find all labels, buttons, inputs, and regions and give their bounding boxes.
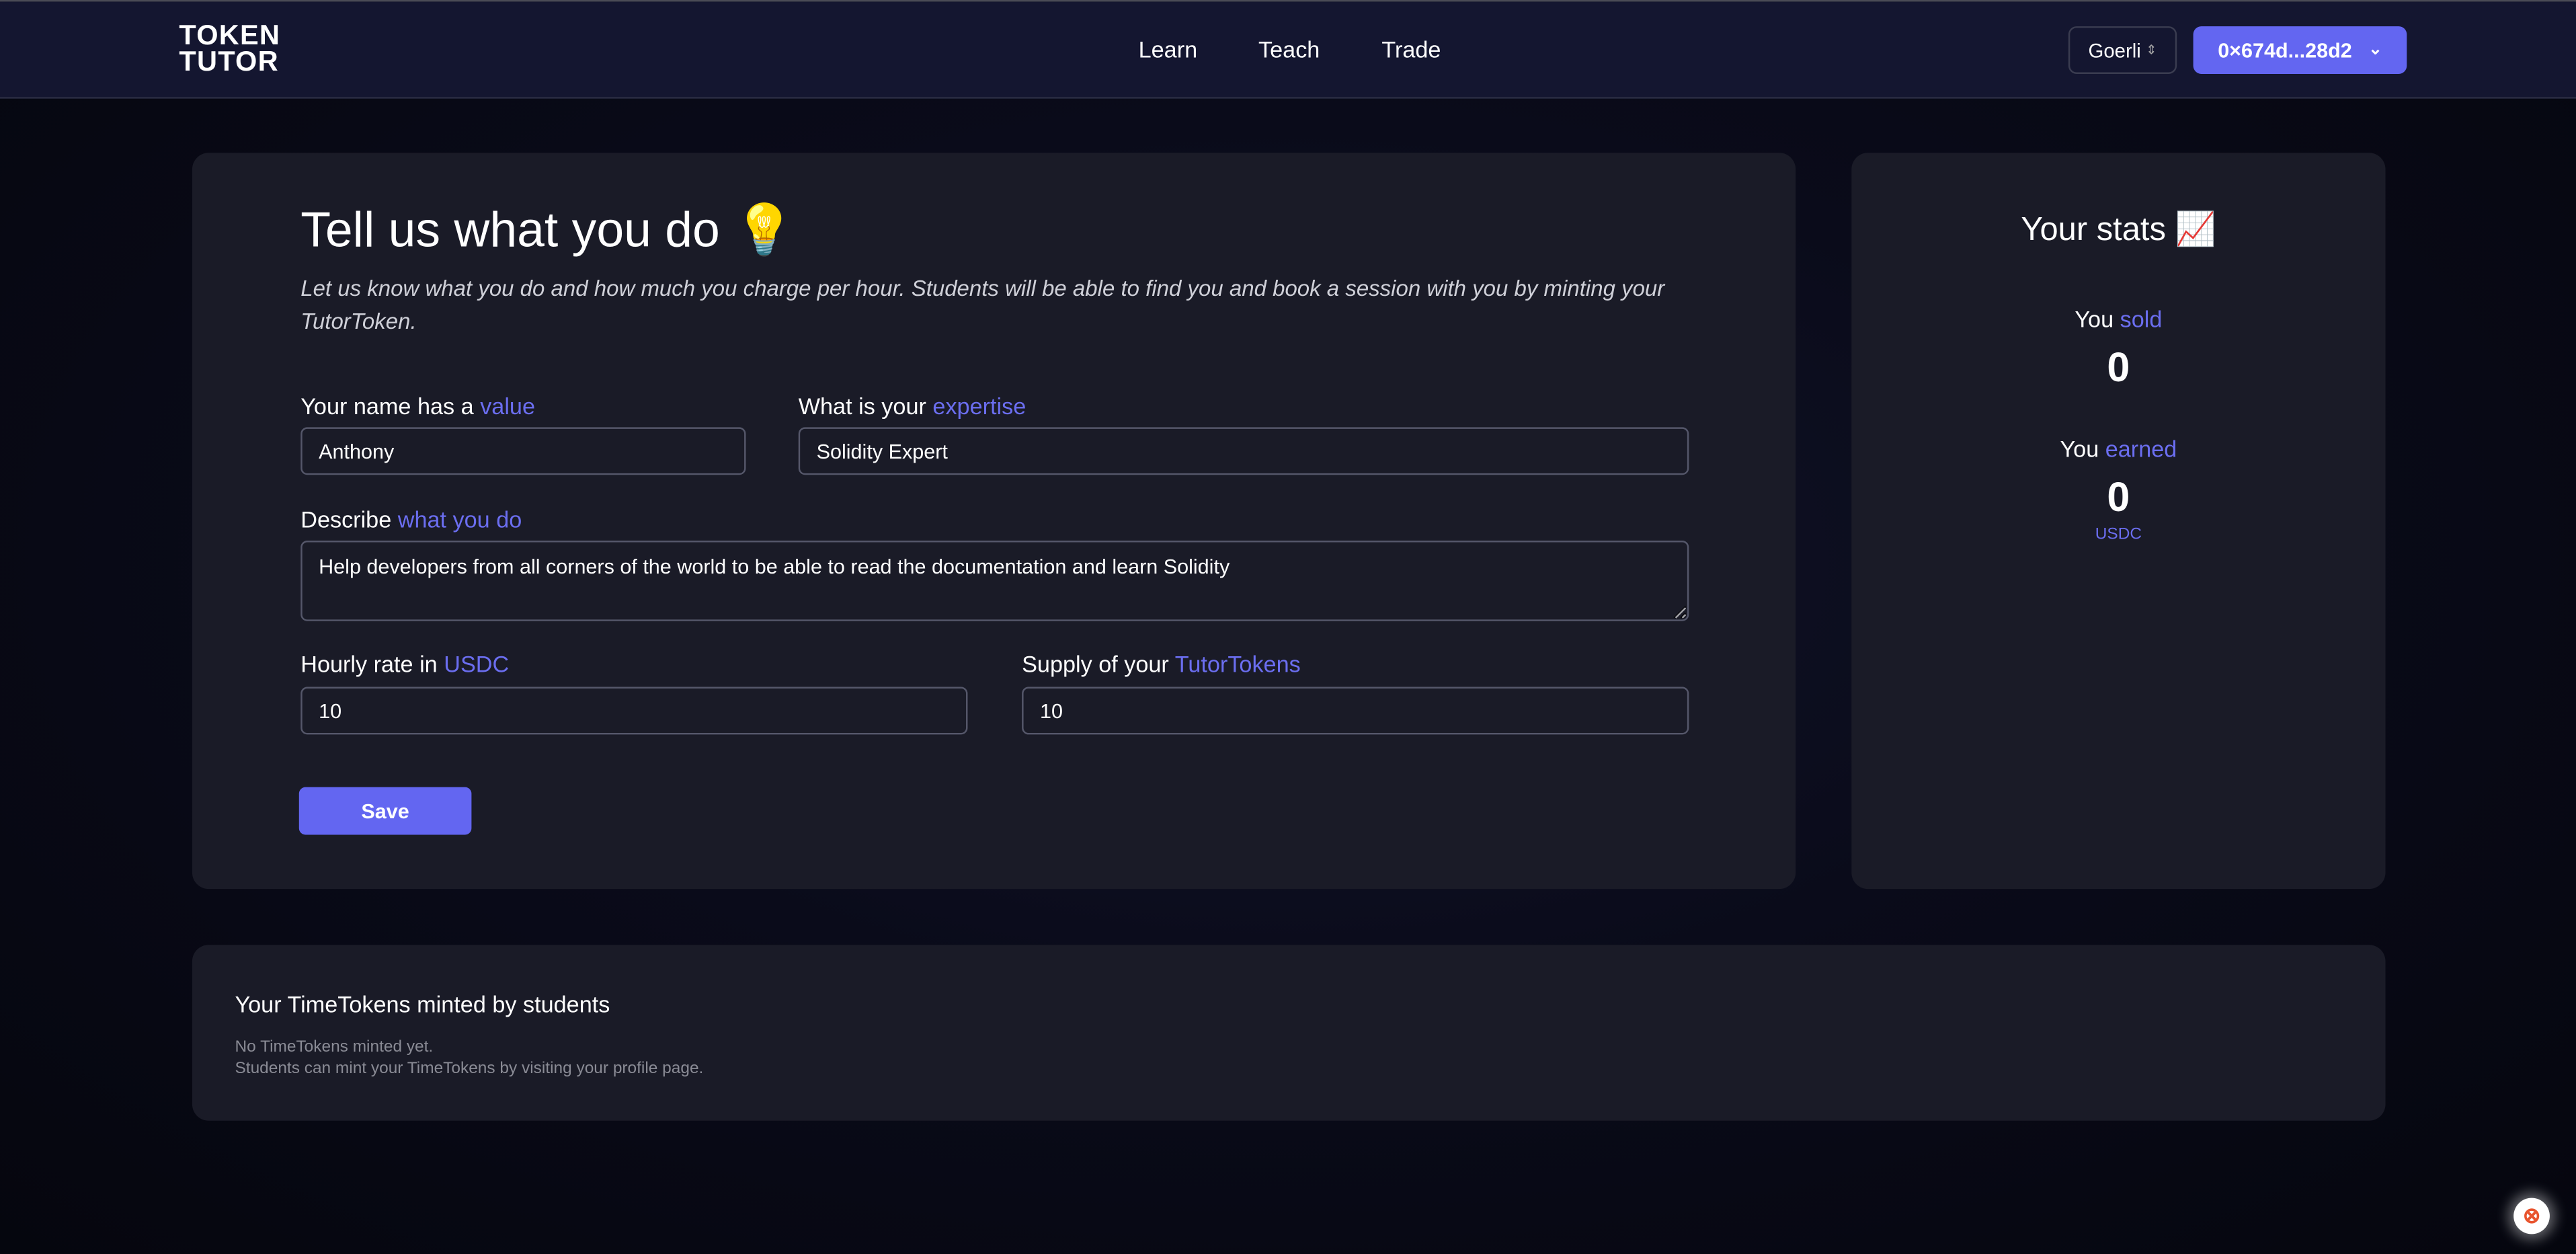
minted-empty-text: No TimeTokens minted yet. Students can mi… — [235, 1038, 704, 1079]
nav-trade[interactable]: Trade — [1381, 36, 1441, 63]
supply-input[interactable] — [1022, 687, 1689, 735]
logo-line: TUTOR — [179, 46, 279, 77]
describe-label: Describe what you do — [300, 506, 522, 533]
network-select[interactable]: Goerli ⇕ — [2068, 26, 2177, 74]
rate-label: Hourly rate in USDC — [300, 650, 510, 677]
earned-unit: USDC — [2095, 526, 2142, 544]
network-label: Goerli — [2088, 38, 2141, 62]
wallet-button[interactable]: 0×674d...28d2 ⌄ — [2193, 26, 2407, 74]
sold-value: 0 — [2107, 345, 2130, 391]
logo[interactable]: TOKEN TUTOR — [179, 22, 280, 77]
form-subtitle: Let us know what you do and how much you… — [300, 276, 1665, 334]
nav-teach[interactable]: Teach — [1258, 36, 1320, 63]
expertise-label: What is your expertise — [798, 393, 1027, 420]
chevron-up-down-icon: ⇕ — [2146, 42, 2157, 58]
expertise-input[interactable] — [798, 427, 1689, 475]
supply-label: Supply of your TutorTokens — [1022, 650, 1301, 677]
describe-textarea[interactable]: Help developers from all corners of the … — [300, 541, 1689, 621]
support-chat-icon[interactable]: ⊗ — [2513, 1198, 2550, 1235]
header: TOKEN TUTOR Learn Teach Trade Goerli ⇕ 0×6… — [0, 1, 2576, 99]
minted-title: Your TimeTokens minted by students — [235, 990, 610, 1017]
earned-value: 0 — [2107, 475, 2130, 521]
name-input[interactable] — [300, 427, 746, 475]
earned-label: You earned — [2060, 435, 2177, 462]
chevron-down-icon: ⌄ — [2368, 41, 2382, 59]
stats-title: Your stats 📈 — [2021, 212, 2216, 249]
rate-input[interactable] — [300, 687, 968, 735]
form-title: Tell us what you do 💡 — [300, 204, 795, 258]
stats-card: Your stats 📈 You sold 0 You earned 0 USD… — [1851, 153, 2386, 890]
wallet-address: 0×674d...28d2 — [2218, 38, 2352, 62]
name-label: Your name has a value — [300, 393, 535, 420]
sold-label: You sold — [2075, 305, 2163, 332]
save-button[interactable]: Save — [298, 787, 472, 835]
minted-tokens-card: Your TimeTokens minted by students No Ti… — [192, 945, 2386, 1121]
profile-form-card: Tell us what you do 💡 Let us know what y… — [192, 153, 1796, 890]
nav-learn[interactable]: Learn — [1139, 36, 1198, 63]
